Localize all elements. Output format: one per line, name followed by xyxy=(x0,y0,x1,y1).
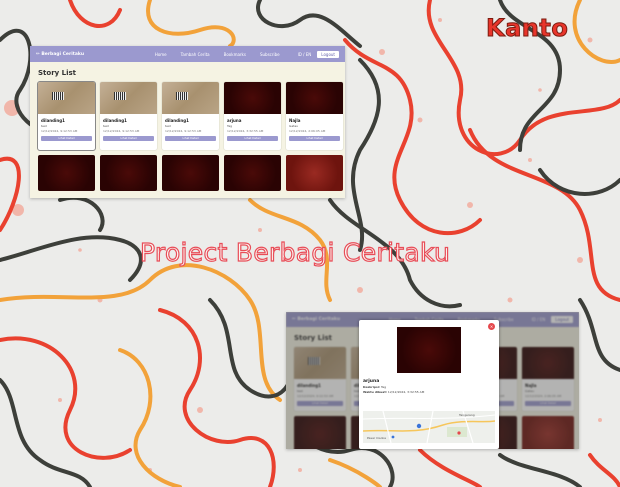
story-date: 12/12/2024, 9:12:53 AM xyxy=(41,129,78,133)
story-card[interactable]: dilanding1 test 12/12/2024, 9:12:53 AM L… xyxy=(100,82,157,150)
story-detail-screenshot: ✏ Berbagi Ceritaku Home Tambah Cerita Bo… xyxy=(286,312,579,449)
logout-button[interactable]: Logout xyxy=(317,50,339,58)
story-name: dilanding1 xyxy=(165,118,189,123)
story-image[interactable] xyxy=(100,155,157,191)
story-image xyxy=(100,82,157,114)
story-card[interactable]: arjuna Tag 12/12/2024, 3:32:55 AM Lihat … xyxy=(224,82,281,150)
nav-add-story[interactable]: Tambah Cerita xyxy=(181,52,210,57)
story-detail-description: Deskripsi: Tag xyxy=(363,385,499,389)
detail-button[interactable]: Lihat Detail xyxy=(289,136,340,141)
location-map[interactable]: Tangerang Pasar Cisoka xyxy=(363,411,495,443)
story-name: arjuna xyxy=(227,118,242,123)
story-image xyxy=(286,82,343,114)
story-description: Gatau xyxy=(289,124,299,128)
story-detail-name: arjuna xyxy=(363,379,380,384)
story-name: dilanding1 xyxy=(103,118,127,123)
story-card[interactable]: Najla Gatau 12/12/2024, 2:06:05 AM Lihat… xyxy=(286,82,343,150)
date-value: 12/12/2024, 3:32:55 AM xyxy=(387,390,425,394)
story-name: Najla xyxy=(289,118,301,123)
story-grid-row-2 xyxy=(30,150,345,191)
story-description: test xyxy=(41,124,47,128)
story-image[interactable] xyxy=(38,155,95,191)
map-label-place: Pasar Cisoka xyxy=(367,436,386,440)
detail-button[interactable]: Lihat Detail xyxy=(165,136,216,141)
description-label: Deskripsi: xyxy=(363,385,380,389)
nav-subscribe[interactable]: Subscribe xyxy=(260,52,280,57)
story-date: 12/12/2024, 2:06:05 AM xyxy=(289,129,326,133)
story-image[interactable] xyxy=(286,155,343,191)
story-detail-image xyxy=(397,327,461,373)
story-image xyxy=(224,82,281,114)
story-date: 12/12/2024, 9:12:53 AM xyxy=(103,129,140,133)
story-detail-date: Waktu dibuat: 12/12/2024, 3:32:55 AM xyxy=(363,390,499,394)
map-label-city: Tangerang xyxy=(459,413,475,417)
brand-logo: Kanto xyxy=(485,14,569,43)
app-logo[interactable]: ✏ Berbagi Ceritaku xyxy=(36,52,84,57)
story-description: test xyxy=(165,124,171,128)
nav-bookmarks[interactable]: Bookmarks xyxy=(224,52,246,57)
language-switch[interactable]: ID / EN xyxy=(298,52,312,57)
story-image xyxy=(38,82,95,114)
story-card[interactable]: dilanding1 test 12/12/2024, 9:12:53 AM L… xyxy=(37,81,96,151)
navbar: ✏ Berbagi Ceritaku Home Tambah Cerita Bo… xyxy=(30,46,345,62)
story-grid: dilanding1 test 12/12/2024, 9:12:53 AM L… xyxy=(30,81,345,151)
page-title: Story List xyxy=(38,69,77,77)
detail-button[interactable]: Lihat Detail xyxy=(41,136,92,141)
story-description: test xyxy=(103,124,109,128)
story-description: Tag xyxy=(227,124,233,128)
close-icon[interactable]: × xyxy=(488,323,495,330)
story-card[interactable]: dilanding1 test 12/12/2024, 9:12:53 AM L… xyxy=(162,82,219,150)
story-detail-modal: × arjuna Deskripsi: Tag Waktu dibuat: 12… xyxy=(359,320,499,449)
detail-button[interactable]: Lihat Detail xyxy=(103,136,154,141)
story-image[interactable] xyxy=(162,155,219,191)
story-date: 12/12/2024, 9:12:53 AM xyxy=(165,129,202,133)
story-list-screenshot: ✏ Berbagi Ceritaku Home Tambah Cerita Bo… xyxy=(30,46,345,198)
story-image xyxy=(162,82,219,114)
project-headline: Project Berbagi Ceritaku xyxy=(139,237,451,267)
nav-home[interactable]: Home xyxy=(155,52,167,57)
story-image[interactable] xyxy=(224,155,281,191)
date-label: Waktu dibuat: xyxy=(363,390,387,394)
story-date: 12/12/2024, 3:32:55 AM xyxy=(227,129,264,133)
detail-button[interactable]: Lihat Detail xyxy=(227,136,278,141)
story-name: dilanding1 xyxy=(41,118,65,123)
description-value: Tag xyxy=(380,385,387,389)
